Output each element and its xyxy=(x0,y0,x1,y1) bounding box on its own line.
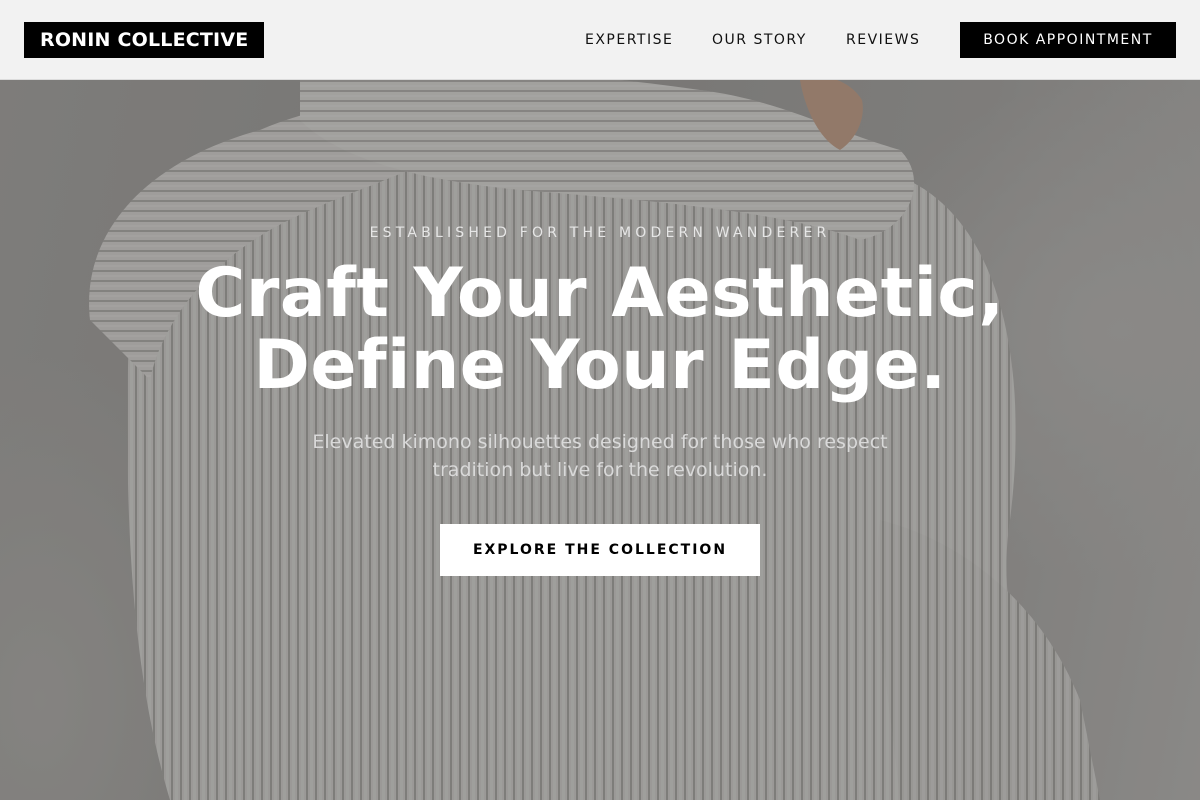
hero-section: ESTABLISHED FOR THE MODERN WANDERER Craf… xyxy=(0,0,1200,800)
hero-subtext-line-1: Elevated kimono silhouettes designed for… xyxy=(312,431,888,453)
hero-headline-line-2: Define Your Edge. xyxy=(253,326,947,405)
hero-subtext: Elevated kimono silhouettes designed for… xyxy=(0,428,1200,484)
hero-eyebrow: ESTABLISHED FOR THE MODERN WANDERER xyxy=(369,225,831,241)
brand-logo[interactable]: RONIN COLLECTIVE xyxy=(24,22,265,58)
nav-link-expertise[interactable]: EXPERTISE xyxy=(585,0,673,80)
hero-subtext-line-2: tradition but live for the revolution. xyxy=(432,459,768,481)
site-header: RONIN COLLECTIVE EXPERTISE OUR STORY REV… xyxy=(0,0,1200,80)
explore-collection-button[interactable]: EXPLORE THE COLLECTION xyxy=(440,524,760,576)
book-appointment-button[interactable]: BOOK APPOINTMENT xyxy=(960,22,1176,58)
page: RONIN COLLECTIVE EXPERTISE OUR STORY REV… xyxy=(0,0,1200,800)
hero-headline-line-1: Craft Your Aesthetic, xyxy=(195,254,1005,333)
hero-headline: Craft Your Aesthetic, Define Your Edge. xyxy=(0,258,1200,402)
nav-link-our-story[interactable]: OUR STORY xyxy=(712,0,807,80)
nav-link-reviews[interactable]: REVIEWS xyxy=(846,0,920,80)
